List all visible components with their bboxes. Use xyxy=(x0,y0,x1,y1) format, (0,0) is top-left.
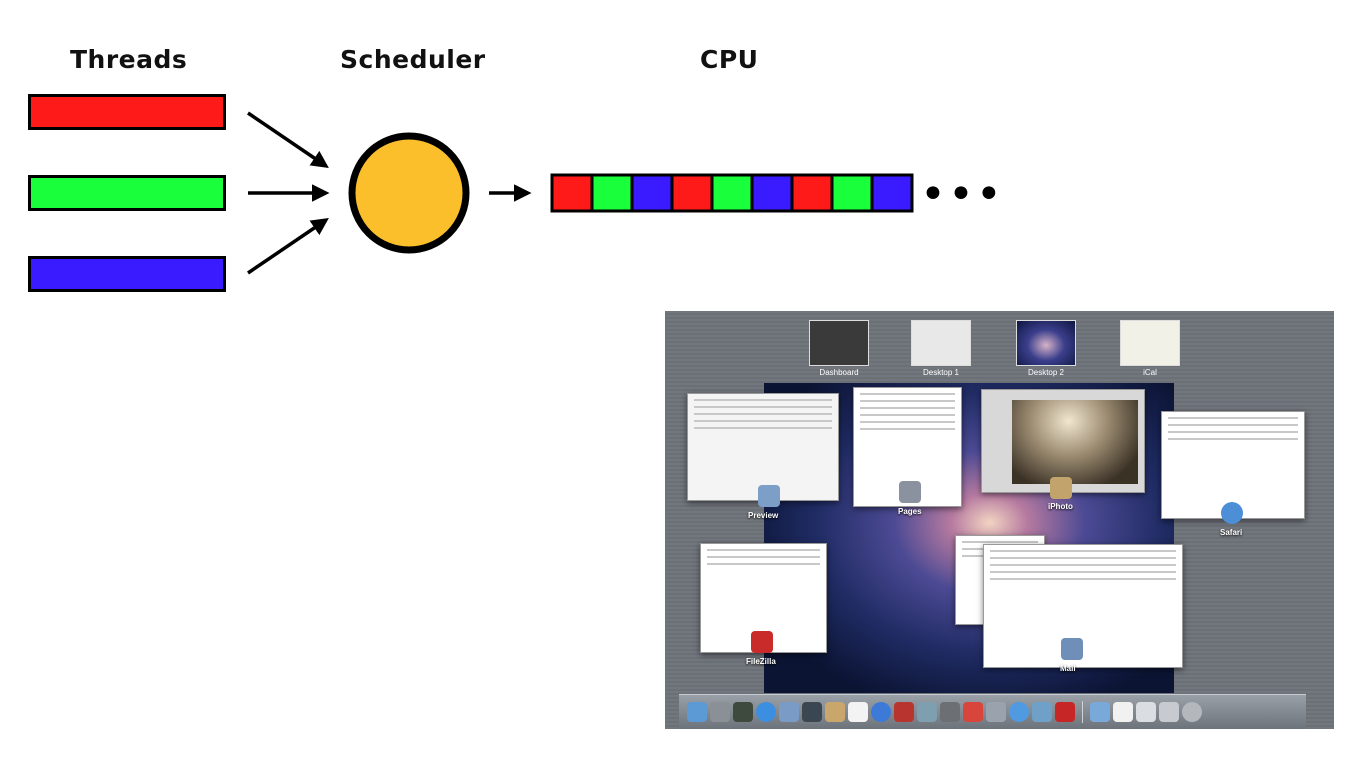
space-thumb-ical[interactable] xyxy=(1120,320,1180,366)
dock xyxy=(679,694,1306,729)
itunes-icon[interactable] xyxy=(871,702,891,722)
app-label-filezilla: FileZilla xyxy=(746,657,776,666)
space-thumb-desktop-2[interactable] xyxy=(1016,320,1076,366)
mail-dock-icon[interactable] xyxy=(779,702,799,722)
continuation-dots: ••• xyxy=(920,169,1004,220)
mission-control-icon[interactable] xyxy=(733,702,753,722)
app-label-iphoto: iPhoto xyxy=(1048,502,1073,511)
preview-icon xyxy=(758,485,780,507)
time-machine-icon[interactable] xyxy=(940,702,960,722)
contacts-icon[interactable] xyxy=(825,702,845,722)
cpu-slice xyxy=(750,173,794,213)
space-label-ical: iCal xyxy=(1143,368,1157,377)
grid-icon[interactable] xyxy=(1159,702,1179,722)
photo-booth-icon[interactable] xyxy=(894,702,914,722)
cpu-slice xyxy=(790,173,834,213)
scheduling-diagram xyxy=(247,111,914,275)
arrow-red-to-scheduler xyxy=(247,111,329,168)
trash-icon[interactable] xyxy=(1182,702,1202,722)
cpu-slice xyxy=(670,173,714,213)
iphoto-icon xyxy=(1050,477,1072,499)
document-icon[interactable] xyxy=(1113,702,1133,722)
pages-icon xyxy=(899,481,921,503)
mail-window-main[interactable] xyxy=(983,544,1183,668)
cpu-slice xyxy=(830,173,874,213)
textedit-icon[interactable] xyxy=(963,702,983,722)
scheduler-circle xyxy=(348,132,470,254)
cpu-slice xyxy=(550,173,594,213)
app-store-icon[interactable] xyxy=(756,702,776,722)
filezilla-icon xyxy=(751,631,773,653)
stack-icon[interactable] xyxy=(1136,702,1156,722)
safari-dock-icon[interactable] xyxy=(1009,702,1029,722)
pages-dock-icon[interactable] xyxy=(986,702,1006,722)
space-thumb-dashboard[interactable] xyxy=(809,320,869,366)
app-label-preview: Preview xyxy=(748,511,779,520)
mail-icon xyxy=(1061,638,1083,660)
filezilla-dock-icon[interactable] xyxy=(1055,702,1075,722)
cpu-slice xyxy=(710,173,754,213)
space-label-dashboard: Dashboard xyxy=(819,368,859,377)
app-label-safari: Safari xyxy=(1220,528,1243,537)
app-label-pages: Pages xyxy=(898,507,922,516)
space-thumb-desktop-1[interactable] xyxy=(911,320,971,366)
cpu-slice xyxy=(630,173,674,213)
cpu-timeline xyxy=(550,173,914,213)
space-label-desktop-1: Desktop 1 xyxy=(922,368,960,377)
arrow-blue-to-scheduler xyxy=(247,218,329,275)
iphoto-dock-icon[interactable] xyxy=(917,702,937,722)
rocket-icon[interactable] xyxy=(710,702,730,722)
dock-separator xyxy=(1082,701,1083,723)
safari-icon xyxy=(1221,502,1243,524)
app-label-mail: Mail xyxy=(1060,664,1076,673)
calendar-icon[interactable] xyxy=(848,702,868,722)
mission-control-screenshot: Dashboard Desktop 1 Desktop 2 iCal Previ… xyxy=(665,311,1334,729)
applications-folder-icon[interactable] xyxy=(1090,702,1110,722)
finder-icon[interactable] xyxy=(687,702,707,722)
cpu-slice xyxy=(590,173,634,213)
facetime-icon[interactable] xyxy=(802,702,822,722)
space-label-desktop-2: Desktop 2 xyxy=(1027,368,1065,377)
cpu-slice xyxy=(870,173,914,213)
preview-dock-icon[interactable] xyxy=(1032,702,1052,722)
